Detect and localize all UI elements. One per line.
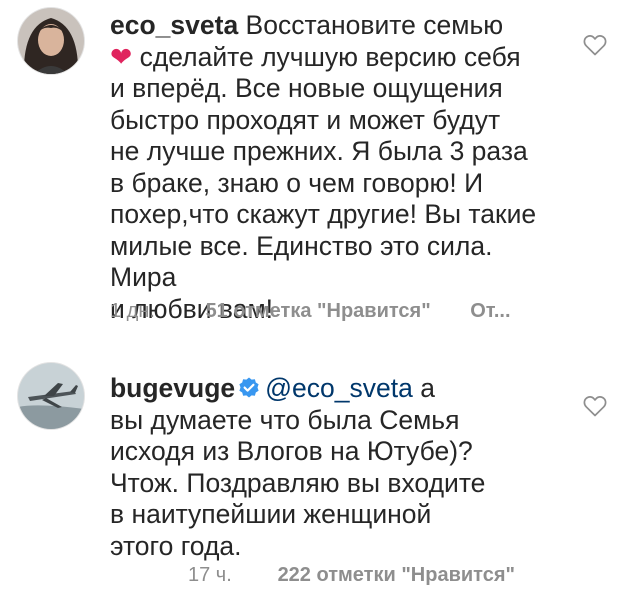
comment-username[interactable]: bugevuge [110, 373, 235, 403]
comment-line: исходя из Влогов на Ютубе)? [110, 436, 473, 466]
comment-likes-link[interactable]: 222 отметки "Нравится" [278, 564, 515, 587]
avatar-photo [18, 363, 84, 429]
comment-text-lead: Восстановите семью [238, 10, 504, 40]
comment-likes-link[interactable]: 51 отметка "Нравится" [206, 300, 431, 323]
like-heart-icon[interactable] [583, 34, 607, 56]
avatar[interactable] [18, 8, 84, 74]
comment-line: Чтож. Поздравляю вы входите [110, 467, 486, 498]
comment-line: похер,что скажут другие! Вы такие [110, 199, 537, 229]
comment-line: в наитупейшии женщиной [110, 499, 432, 529]
comment-username[interactable]: eco_sveta [110, 10, 238, 40]
comment-time: 17 ч. [188, 564, 232, 586]
comment-line: быстро проходят и может будут [110, 104, 501, 135]
red-heart-emoji: ❤ [110, 41, 133, 72]
comment-text: eco_sveta Восстановите семью ❤ сделайте … [110, 10, 565, 325]
comment-line: в браке, знаю о чем говорю! И [110, 167, 484, 198]
comment-bugevuge: bugevuge @eco_sveta а вы думаете что была… [0, 355, 640, 607]
comment-line: вы думаете что была Семья [110, 404, 460, 435]
comment-line: не лучше прежних. Я была 3 раза [110, 136, 528, 166]
comment-line: милые все. Единство это сила. Мира [110, 230, 493, 293]
comment-line: сделайте лучшую версию себя [132, 41, 521, 72]
reply-button[interactable]: От... [470, 300, 510, 323]
avatar[interactable] [18, 363, 84, 429]
like-heart-icon[interactable] [583, 395, 607, 417]
comment-meta: 17 ч. 222 отметки "Нравится" [188, 564, 515, 587]
comment-line: этого года. [110, 530, 242, 561]
comment-line: и вперёд. Все новые ощущения [110, 73, 503, 103]
comment-text: bugevuge @eco_sveta а вы думаете что была… [110, 373, 565, 562]
avatar-photo [18, 8, 84, 74]
mention-link[interactable]: @eco_sveta [265, 373, 413, 403]
comment-text-lead: а [412, 373, 435, 403]
comment-meta: 1 дн. 51 отметка "Нравится" От... [110, 300, 511, 323]
verified-badge-icon [237, 376, 261, 400]
comment-time: 1 дн. [110, 300, 155, 322]
comment-eco-sveta: eco_sveta Восстановите семью ❤ сделайте … [0, 0, 640, 340]
